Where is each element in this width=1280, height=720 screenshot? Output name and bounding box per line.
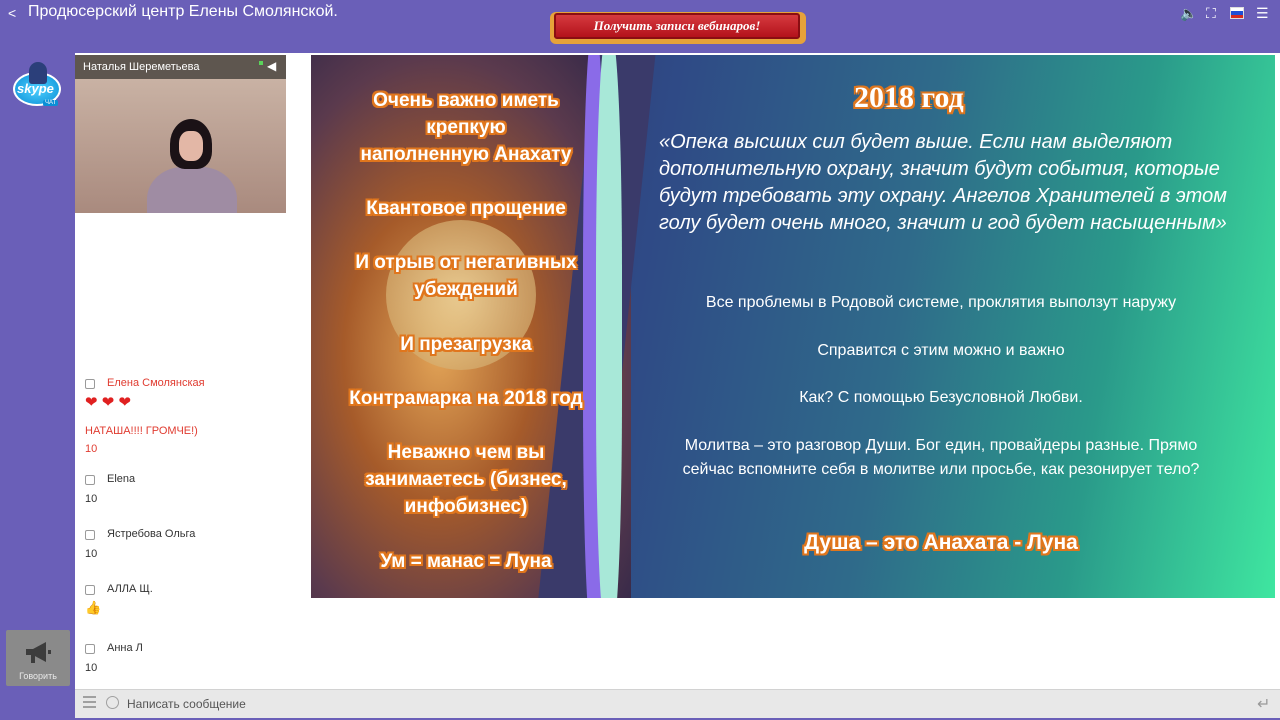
slide-left-line: И отрыв от негативных (355, 252, 577, 273)
chat-message: Анна Л 10 (83, 642, 283, 682)
chat-text: 10 (85, 493, 98, 505)
chat-text: 10 (85, 662, 98, 674)
slide-left-line: Квантовое прощение (366, 198, 566, 219)
top-bar: < Продюсерский центр Елены Смолянской. П… (0, 0, 1280, 52)
chat-text: 10 (85, 548, 98, 560)
chat-author: Елена Смолянская (107, 377, 205, 389)
menu-icon[interactable]: ☰ (1256, 5, 1269, 22)
chat-text: НАТАША!!!! ГРОМЧЕ!) (85, 425, 198, 437)
video-speaker-name: Наталья Шереметьева (83, 61, 200, 73)
slide-body-text: Молитва – это разговор Души. Бог един, п… (682, 437, 1200, 478)
hearts-emoji: ❤ ❤ ❤ (85, 394, 132, 411)
slide-left-line: инфобизнес) (404, 496, 528, 517)
get-recordings-button[interactable]: Получить записи вебинаров! (554, 13, 800, 39)
video-feed (75, 79, 286, 213)
presentation-slide: Очень важно иметь крепкую наполненную Ан… (311, 55, 1275, 598)
slide-left-line: занимаетесь (бизнес, (365, 469, 567, 490)
copy-icon[interactable] (85, 644, 95, 654)
video-panel: Наталья Шереметьева ◀ (75, 55, 286, 213)
emoji-icon[interactable] (106, 696, 119, 709)
slide-body-text: Справится с этим можно и важно (817, 342, 1065, 359)
chat-message: Elena 10 (83, 473, 283, 513)
skype-chat-tag: ЧАТ (43, 100, 59, 106)
slide-left-line: убеждений (414, 279, 518, 300)
copy-icon[interactable] (85, 585, 95, 595)
skype-word: skype (17, 81, 54, 96)
chat-author: АЛЛА Щ. (107, 583, 153, 595)
slide-conclusion: Душа – это Анахата - Луна (804, 531, 1078, 554)
video-header: Наталья Шереметьева ◀ (75, 55, 286, 79)
slide-left-line: Ум = манас = Луна (380, 551, 552, 572)
slide-body-text: Как? С помощью Безусловной Любви. (799, 389, 1083, 406)
megaphone-icon (26, 642, 51, 663)
copy-icon[interactable] (85, 475, 95, 485)
slide-year-heading: 2018 год (854, 81, 964, 114)
video-person-body (147, 167, 237, 213)
chat-text: 10 (85, 443, 98, 455)
copy-icon[interactable] (85, 379, 95, 389)
speak-button[interactable]: Говорить (6, 630, 70, 686)
copy-icon[interactable] (85, 530, 95, 540)
fullscreen-icon[interactable]: ⛶ (1206, 5, 1216, 22)
slide-quote: «Опека высших сил будет выше. Если нам в… (659, 131, 1227, 234)
speak-label: Говорить (19, 671, 57, 681)
slide-left-line: крепкую (426, 117, 506, 138)
slide-left-line: Очень важно иметь (373, 90, 559, 111)
message-bar: ↵ (75, 689, 1280, 718)
share-icon[interactable]: < (8, 5, 16, 21)
app-title: Продюсерский центр Елены Смолянской. (28, 3, 338, 20)
chat-message: Елена Смолянская ❤ ❤ ❤ НАТАША!!!! ГРОМЧЕ… (83, 377, 283, 457)
chat-author: Анна Л (107, 642, 143, 654)
russian-flag-icon[interactable] (1230, 7, 1244, 19)
chat-author: Elena (107, 473, 136, 485)
slide-left-line: И презагрузка (400, 334, 532, 355)
slide-left-line: Контрамарка на 2018 год (349, 388, 583, 409)
thumbs-up-emoji: 👍 (85, 600, 102, 615)
promo-banner[interactable]: Получить записи вебинаров! (548, 8, 806, 46)
skype-chat-badge[interactable]: skype ЧАТ (11, 62, 65, 112)
chat-message: АЛЛА Щ. 👍 (83, 583, 283, 623)
video-person-face (179, 131, 203, 161)
slide-body-text: Все проблемы в Родовой системе, прокляти… (705, 294, 1177, 311)
chat-author: Ястребова Ольга (107, 528, 196, 540)
message-input[interactable] (127, 694, 1227, 714)
slide-left-line: Неважно чем вы (387, 442, 545, 463)
signal-indicator-icon (259, 61, 263, 65)
send-enter-icon[interactable]: ↵ (1257, 694, 1270, 714)
speaker-icon[interactable]: ◀ (267, 59, 276, 73)
slide-left-line: наполненную Анахату (360, 144, 572, 165)
chat-message: Ястребова Ольга 10 (83, 528, 283, 568)
main-panel: Наталья Шереметьева ◀ Елена Смолянская ❤… (75, 53, 1280, 718)
volume-icon[interactable]: 🔈 (1180, 5, 1197, 22)
hamburger-menu-icon[interactable] (83, 696, 96, 708)
